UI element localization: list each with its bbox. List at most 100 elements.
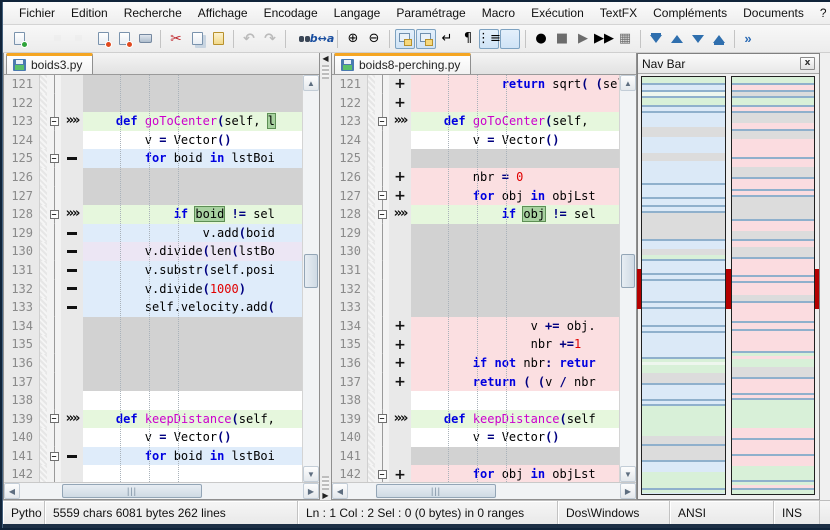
bookmark-margin[interactable]: [40, 410, 47, 429]
fold-margin[interactable]: [375, 224, 389, 243]
fold-margin[interactable]: [47, 298, 61, 317]
horizontal-scrollbar-right[interactable]: ◀ ||| ▶: [332, 482, 636, 499]
paste-icon[interactable]: [208, 29, 228, 49]
fold-margin[interactable]: [375, 298, 389, 317]
fold-margin[interactable]: [47, 187, 61, 206]
fold-collapse-icon[interactable]: −: [50, 210, 59, 219]
scroll-thumb[interactable]: |||: [376, 484, 496, 498]
copy-icon[interactable]: [187, 29, 207, 49]
macro-play-icon[interactable]: ▶: [573, 29, 593, 49]
diff-prev-icon[interactable]: [667, 29, 687, 49]
menu-item-paramtrage[interactable]: Paramétrage: [388, 3, 473, 23]
bookmark-margin[interactable]: [40, 168, 47, 187]
fold-margin[interactable]: [47, 75, 61, 94]
bookmark-margin[interactable]: [40, 317, 47, 336]
fold-margin[interactable]: −: [47, 149, 61, 168]
bookmark-margin[interactable]: [40, 261, 47, 280]
scroll-right-icon[interactable]: ▶: [303, 483, 319, 499]
undo-icon[interactable]: ↶: [239, 29, 259, 49]
bookmark-margin[interactable]: [368, 261, 375, 280]
fold-margin[interactable]: [375, 242, 389, 261]
show-all-chars-icon[interactable]: ¶: [458, 29, 478, 49]
menu-item-?[interactable]: ?: [812, 3, 830, 23]
scroll-up-icon[interactable]: ▲: [620, 75, 636, 91]
overflow-chevron-icon[interactable]: »: [740, 29, 756, 49]
fold-margin[interactable]: [375, 131, 389, 150]
menu-item-edition[interactable]: Edition: [63, 3, 116, 23]
close-file-icon[interactable]: [93, 29, 113, 49]
bookmark-margin[interactable]: [368, 205, 375, 224]
bookmark-margin[interactable]: [40, 187, 47, 206]
menu-item-complments[interactable]: Compléments: [645, 3, 735, 23]
fold-margin[interactable]: [375, 149, 389, 168]
fold-margin[interactable]: [47, 465, 61, 482]
zoom-in-icon[interactable]: ⊕: [343, 29, 363, 49]
status-eol-format[interactable]: Dos\Windows: [558, 501, 670, 524]
fold-margin[interactable]: [375, 335, 389, 354]
fold-margin[interactable]: [47, 317, 61, 336]
fold-margin[interactable]: −: [375, 465, 389, 482]
bookmark-margin[interactable]: [40, 131, 47, 150]
fold-margin[interactable]: [47, 280, 61, 299]
bookmark-margin[interactable]: [40, 205, 47, 224]
splitter-grip[interactable]: [322, 476, 329, 490]
bookmark-margin[interactable]: [368, 317, 375, 336]
bookmark-margin[interactable]: [40, 242, 47, 261]
bookmark-margin[interactable]: [40, 224, 47, 243]
bookmark-margin[interactable]: [368, 242, 375, 261]
fold-collapse-icon[interactable]: −: [378, 210, 387, 219]
bookmark-margin[interactable]: [368, 149, 375, 168]
bookmark-margin[interactable]: [368, 224, 375, 243]
menu-item-documents[interactable]: Documents: [735, 3, 812, 23]
bookmark-margin[interactable]: [368, 465, 375, 482]
bookmark-margin[interactable]: [368, 428, 375, 447]
close-all-icon[interactable]: [114, 29, 134, 49]
bookmark-margin[interactable]: [40, 112, 47, 131]
bookmark-margin[interactable]: [40, 94, 47, 113]
menu-item-excution[interactable]: Exécution: [523, 3, 592, 23]
collapse-right-icon[interactable]: ▶: [322, 492, 328, 500]
zoom-out-icon[interactable]: ⊖: [364, 29, 384, 49]
close-icon[interactable]: x: [800, 57, 815, 70]
sync-vertical-icon[interactable]: [395, 29, 415, 49]
bookmark-margin[interactable]: [368, 280, 375, 299]
splitter-grip[interactable]: [322, 65, 329, 79]
bookmark-margin[interactable]: [368, 75, 375, 94]
fold-collapse-icon[interactable]: −: [378, 470, 387, 479]
bookmark-margin[interactable]: [368, 410, 375, 429]
fold-collapse-icon[interactable]: −: [50, 117, 59, 126]
bookmark-margin[interactable]: [368, 187, 375, 206]
bookmark-margin[interactable]: [368, 373, 375, 392]
scroll-down-icon[interactable]: ▼: [620, 466, 636, 482]
bookmark-margin[interactable]: [40, 354, 47, 373]
resize-grip[interactable]: ⠿: [820, 501, 830, 524]
bookmark-margin[interactable]: [368, 447, 375, 466]
macro-stop-icon[interactable]: ■: [552, 29, 572, 49]
code-area-left[interactable]: 121122123−»» def goToCenter(self, l124 v…: [4, 75, 302, 482]
bookmark-margin[interactable]: [368, 354, 375, 373]
tab-boids8-perching[interactable]: boids8-perching.py: [334, 53, 471, 74]
bookmark-margin[interactable]: [40, 75, 47, 94]
macro-record-icon[interactable]: ●: [531, 29, 551, 49]
fold-margin[interactable]: [375, 447, 389, 466]
fold-margin[interactable]: [47, 224, 61, 243]
fold-collapse-icon[interactable]: −: [50, 452, 59, 461]
menu-item-affichage[interactable]: Affichage: [190, 3, 256, 23]
redo-icon[interactable]: ↷: [260, 29, 280, 49]
fold-margin[interactable]: −: [47, 112, 61, 131]
bookmark-margin[interactable]: [40, 373, 47, 392]
nav-minimap-left[interactable]: [641, 76, 726, 495]
scroll-up-icon[interactable]: ▲: [303, 75, 319, 91]
bookmark-margin[interactable]: [40, 149, 47, 168]
fold-margin[interactable]: [375, 75, 389, 94]
fold-margin[interactable]: [47, 391, 61, 410]
fold-margin[interactable]: −: [375, 410, 389, 429]
fold-margin[interactable]: [375, 373, 389, 392]
fold-margin[interactable]: [375, 354, 389, 373]
vertical-scrollbar-left[interactable]: ▲ ▼: [302, 75, 319, 482]
fold-margin[interactable]: [47, 242, 61, 261]
fold-margin[interactable]: [47, 373, 61, 392]
replace-icon[interactable]: b↔a: [312, 29, 332, 49]
bookmark-margin[interactable]: [368, 391, 375, 410]
fold-margin[interactable]: [47, 131, 61, 150]
